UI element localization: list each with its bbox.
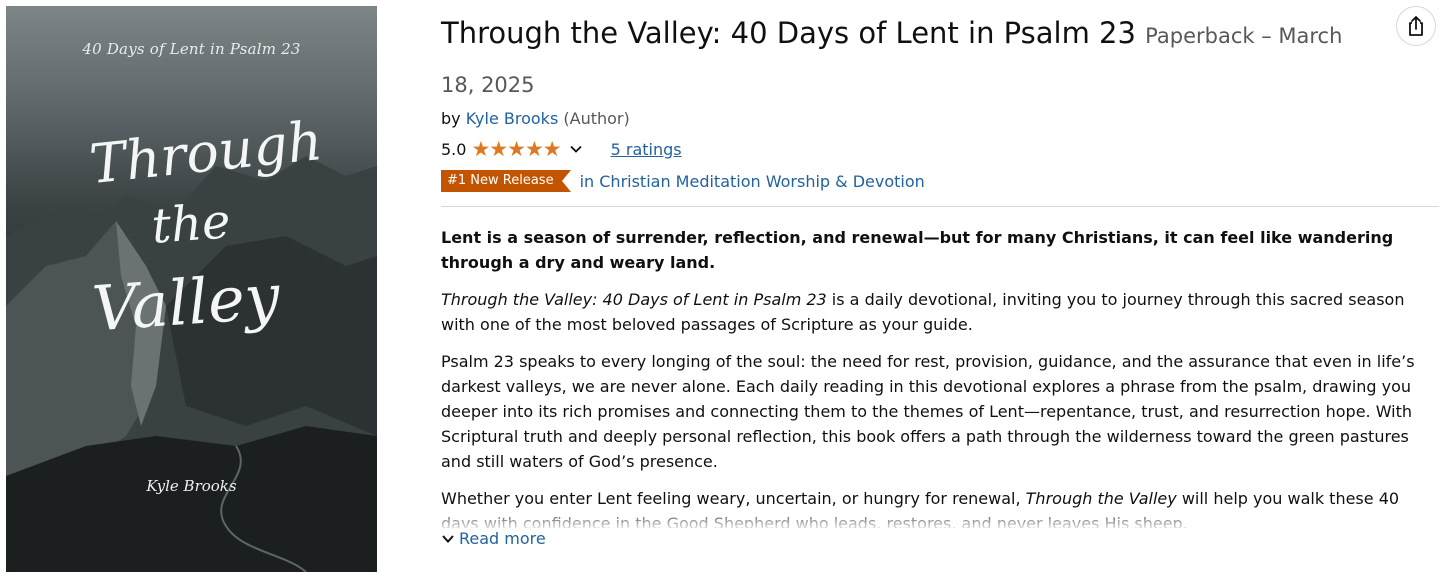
description-italic-title: Through the Valley: 40 Days of Lent in P… [441,290,827,309]
star-icon: ★ [489,137,509,161]
cover-author: Kyle Brooks [146,477,237,495]
author-link[interactable]: Kyle Brooks [466,109,559,128]
product-info: Through the Valley: 40 Days of Lent in P… [441,10,1441,551]
description-fade: Whether you enter Lent feeling weary, un… [441,486,1441,528]
read-more-link[interactable]: Read more [441,526,1441,551]
category-link[interactable]: in Christian Meditation Worship & Devoti… [580,172,925,191]
chevron-down-icon[interactable] [569,142,583,156]
description-paragraph: Whether you enter Lent feeling weary, un… [441,486,1441,528]
bestseller-row: #1 New Release in Christian Meditation W… [441,169,1441,193]
byline-prefix: by [441,109,461,128]
description-paragraph: Through the Valley: 40 Days of Lent in P… [441,287,1441,337]
description-lead: Lent is a season of surrender, reflectio… [441,228,1394,272]
rating-value: 5.0 [441,139,467,159]
read-more-label: Read more [459,529,546,548]
cover-subtitle: 40 Days of Lent in Psalm 23 [82,40,301,58]
book-cover-image[interactable]: 40 Days of Lent in Psalm 23 Through the … [6,6,377,572]
book-description: Lent is a season of surrender, reflectio… [441,225,1441,551]
star-icon: ★ [471,137,491,161]
byline: by Kyle Brooks (Author) [441,108,1441,130]
author-role: (Author) [563,109,630,128]
product-title: Through the Valley: 40 Days of Lent in P… [441,16,1136,50]
rating-row: 5.0 ★ ★ ★ ★ ★ 5 ratings [441,137,1441,161]
cover-title: Through the Valley [76,109,336,345]
new-release-badge[interactable]: #1 New Release [441,170,571,192]
product-title-row: Through the Valley: 40 Days of Lent in P… [441,10,1381,108]
description-italic-title: Through the Valley [1025,489,1177,508]
star-rating[interactable]: ★ ★ ★ ★ ★ [471,137,562,161]
ratings-count-link[interactable]: 5 ratings [611,140,682,159]
cover-title-word: the [149,193,233,255]
description-text: Whether you enter Lent feeling weary, un… [441,489,1026,508]
cover-title-word: Valley [89,259,283,346]
divider [441,206,1439,207]
description-paragraph: Psalm 23 speaks to every longing of the … [441,352,1415,471]
star-icon: ★ [524,137,544,161]
star-icon: ★ [507,137,526,161]
chevron-down-icon [442,534,454,543]
star-icon: ★ [542,137,562,161]
